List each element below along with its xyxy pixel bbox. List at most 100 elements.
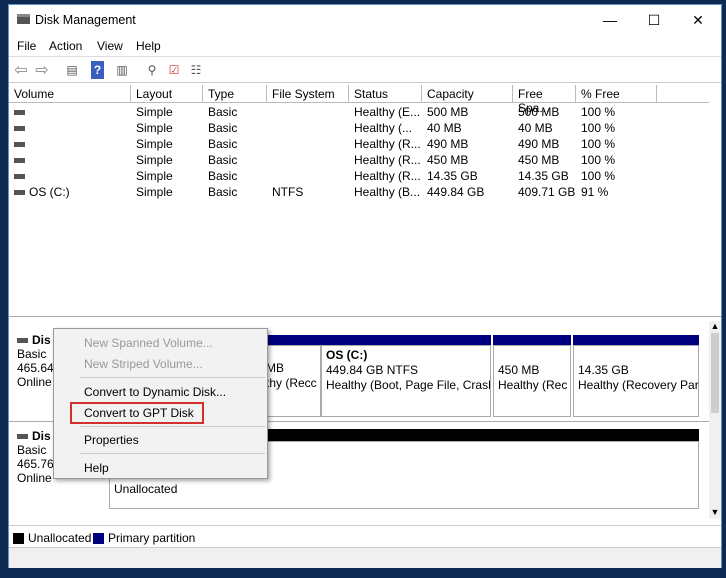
cell-pct: 100 % <box>576 137 657 153</box>
vertical-scrollbar[interactable]: ▲ ▼ <box>709 321 721 519</box>
cell-text: Basic <box>208 105 238 119</box>
cell-fs <box>267 169 349 185</box>
cell-capacity: 490 MB <box>422 137 513 153</box>
cell-text: Basic <box>208 185 238 199</box>
separator <box>80 453 265 454</box>
volume-icon <box>14 126 25 132</box>
cell-free: 450 MB <box>513 153 576 169</box>
disk-type: Basic <box>17 347 47 361</box>
cell-text: Simple <box>136 185 173 199</box>
volume-icon <box>14 142 25 148</box>
column-header-free-space[interactable]: Free Spa... <box>513 85 576 115</box>
cell-free: 14.35 GB <box>513 169 576 185</box>
menu-help[interactable]: Help <box>136 39 161 53</box>
cell-pct: 100 % <box>576 153 657 169</box>
table-row[interactable]: OS (C:) Simple Basic NTFS Healthy (B... 449.8… <box>9 185 709 201</box>
close-button[interactable]: ✕ <box>677 5 719 35</box>
partition-recovery[interactable]: 14.35 GB Healthy (Recovery Part <box>573 335 699 417</box>
cell-text: 490 MB <box>518 137 560 151</box>
cell-text: 500 MB <box>427 105 469 119</box>
cell-layout: Simple <box>131 169 203 185</box>
column-header-status[interactable]: Status <box>349 85 422 103</box>
cell-volume <box>9 153 131 169</box>
cell-type: Basic <box>203 169 267 185</box>
column-header-file-system[interactable]: File System <box>267 85 349 103</box>
partition-450mb[interactable]: 450 MB Healthy (Rec <box>493 335 571 417</box>
scroll-thumb[interactable] <box>711 333 719 413</box>
action-pane-icon[interactable]: ▥ <box>113 61 131 79</box>
menu-item-new-spanned-volume: New Spanned Volume... <box>84 336 213 350</box>
table-row[interactable]: Simple Basic Healthy (R... 450 MB 450 MB 100 … <box>9 153 709 169</box>
cell-layout: Simple <box>131 121 203 137</box>
console-tree-icon[interactable]: ▤ <box>63 61 81 79</box>
menu-item-new-striped-volume: New Striped Volume... <box>84 357 203 371</box>
table-row[interactable]: Simple Basic Healthy (R... 14.35 GB 14.35 GB… <box>9 169 709 185</box>
disk-management-window: Disk Management — ☐ ✕ File Action View H… <box>8 4 722 568</box>
disk-name: Dis <box>32 333 51 347</box>
cell-volume <box>9 121 131 137</box>
column-header-capacity[interactable]: Capacity <box>422 85 513 103</box>
cell-text: Basic <box>208 121 238 135</box>
disk-0-label[interactable]: Dis Basic 465.64 Online <box>17 333 54 389</box>
volume-list: Volume Layout Type File System Status Ca… <box>9 85 721 317</box>
help-icon[interactable]: ? <box>91 61 104 79</box>
cell-pct: 100 % <box>576 169 657 185</box>
cell-layout: Simple <box>131 137 203 153</box>
table-row[interactable]: Simple Basic Healthy (... 40 MB 40 MB 100 % <box>9 121 709 137</box>
cell-text: 40 MB <box>518 121 553 135</box>
volume-icon <box>14 174 25 180</box>
scroll-down-icon[interactable]: ▼ <box>709 507 721 517</box>
connect-icon[interactable]: ⚲ <box>143 61 161 79</box>
column-header-volume[interactable]: Volume <box>9 85 131 103</box>
menu-item-convert-to-dynamic-disk[interactable]: Convert to Dynamic Disk... <box>84 385 226 399</box>
cell-text: Basic <box>208 169 238 183</box>
primary-swatch <box>93 533 104 545</box>
cell-status: Healthy (... <box>349 121 422 137</box>
menu-item-help[interactable]: Help <box>84 461 109 475</box>
cell-capacity: 40 MB <box>422 121 513 137</box>
menu-action[interactable]: Action <box>49 39 82 53</box>
cell-text: Healthy (R... <box>354 153 421 167</box>
legend: Unallocated Primary partition <box>9 525 721 547</box>
cell-free: 490 MB <box>513 137 576 153</box>
column-header-percent-free[interactable]: % Free <box>576 85 657 103</box>
cell-text: Simple <box>136 153 173 167</box>
cell-fs <box>267 153 349 169</box>
cell-text: NTFS <box>272 185 304 199</box>
cell-pct: 100 % <box>576 121 657 137</box>
table-row[interactable]: Simple Basic Healthy (E... 500 MB 500 MB 100 … <box>9 105 709 121</box>
forward-icon[interactable]: ⇨ <box>33 61 51 79</box>
cell-text: Simple <box>136 169 173 183</box>
scroll-up-icon[interactable]: ▲ <box>709 321 721 331</box>
column-header-type[interactable]: Type <box>203 85 267 103</box>
menu-item-convert-to-gpt-disk[interactable]: Convert to GPT Disk <box>84 406 194 420</box>
cell-pct: 91 % <box>576 185 657 201</box>
cell-type: Basic <box>203 137 267 153</box>
cell-text: 100 % <box>581 169 616 183</box>
disk-size: 465.76 <box>17 457 54 471</box>
partition-os-c[interactable]: OS (C:) 449.84 GB NTFS Healthy (Boot, Page… <box>321 335 491 417</box>
properties-icon[interactable]: ☷ <box>187 61 205 79</box>
menu-file[interactable]: File <box>17 39 36 53</box>
separator <box>80 377 265 378</box>
cell-text: 450 MB <box>427 153 469 167</box>
minimize-button[interactable]: — <box>589 5 631 35</box>
table-row[interactable]: Simple Basic Healthy (R... 490 MB 490 MB 100 … <box>9 137 709 153</box>
column-header-layout[interactable]: Layout <box>131 85 203 103</box>
cell-fs <box>267 137 349 153</box>
check-icon[interactable]: ☑ <box>165 61 183 79</box>
maximize-button[interactable]: ☐ <box>633 5 675 35</box>
cell-capacity: 450 MB <box>422 153 513 169</box>
back-icon[interactable]: ⇦ <box>12 61 30 79</box>
cell-text: Simple <box>136 121 173 135</box>
cell-text: 14.35 GB <box>427 169 478 183</box>
menu-item-properties[interactable]: Properties <box>84 433 139 447</box>
status-bar <box>9 547 721 568</box>
volume-icon <box>14 190 25 196</box>
cell-status: Healthy (R... <box>349 153 422 169</box>
context-menu: New Spanned Volume... New Striped Volume… <box>53 328 268 479</box>
cell-text: Healthy (E... <box>354 105 421 119</box>
menu-view[interactable]: View <box>97 39 123 53</box>
disk-1-label[interactable]: Dis Basic 465.76 Online <box>17 429 54 485</box>
cell-text: Basic <box>208 137 238 151</box>
